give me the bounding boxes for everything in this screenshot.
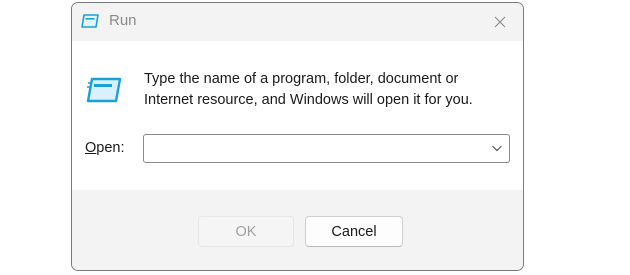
close-button[interactable] [477,3,523,41]
dialog-content: Type the name of a program, folder, docu… [72,41,523,190]
ok-button[interactable]: OK [198,216,294,247]
open-combobox[interactable] [143,134,510,163]
instructions-text: Type the name of a program, folder, docu… [144,71,473,108]
window-title: Run [109,12,137,29]
run-app-icon [81,14,99,28]
cancel-button[interactable]: Cancel [305,216,403,247]
close-icon [494,16,506,28]
open-input[interactable] [148,138,478,159]
open-label: Open: [85,140,125,156]
open-label-text: pen: [96,140,125,156]
open-label-accelerator: O [85,140,97,156]
button-bar: OK Cancel [72,190,523,270]
chevron-down-icon[interactable] [490,141,504,155]
run-dialog: Run Type the name of a program, folder, … [71,2,524,271]
run-app-icon [86,77,122,103]
title-bar[interactable]: Run [72,3,523,41]
